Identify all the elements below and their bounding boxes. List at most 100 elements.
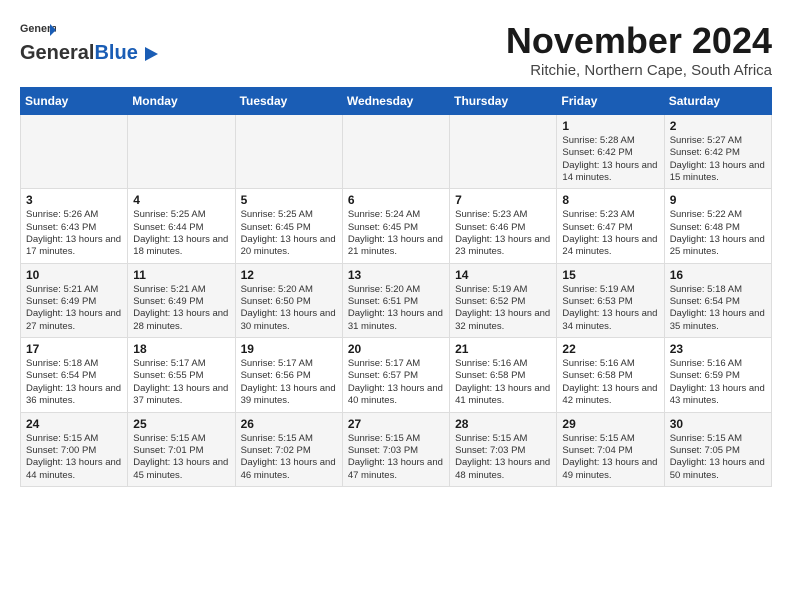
day-number: 17 [26,342,122,356]
calendar-cell: 18Sunrise: 5:17 AM Sunset: 6:55 PM Dayli… [128,338,235,412]
calendar-cell: 5 Sunrise: 5:25 AM Sunset: 6:45 PM Daylig… [235,189,342,263]
day-info: Sunrise: 5:16 AM Sunset: 6:58 PM Dayligh… [562,358,658,407]
day-info: Sunrise: 5:15 AM Sunset: 7:01 PM Dayligh… [133,433,229,482]
day-number: 3 [26,193,122,207]
calendar-cell: 28 Sunrise: 5:15 AM Sunset: 7:03 PM Dayli… [450,412,557,486]
weekday-header-row: SundayMondayTuesdayWednesdayThursdayFrid… [21,88,772,115]
day-info: Sunrise: 5:24 AM Sunset: 6:45 PM Dayligh… [348,209,444,258]
day-number: 8 [562,193,658,207]
day-number: 19 [241,342,337,356]
day-number: 24 [26,417,122,431]
day-number: 13 [348,268,444,282]
calendar-cell: 3Sunrise: 5:26 AM Sunset: 6:43 PM Daylig… [21,189,128,263]
weekday-header-sunday: Sunday [21,88,128,115]
day-number: 29 [562,417,658,431]
weekday-header-thursday: Thursday [450,88,557,115]
day-info: Sunrise: 5:16 AM Sunset: 6:58 PM Dayligh… [455,358,551,407]
calendar-cell: 30 Sunrise: 5:15 AM Sunset: 7:05 PM Dayli… [664,412,771,486]
title-area: November 2024 Ritchie, Northern Cape, So… [506,20,772,79]
day-info: Sunrise: 5:15 AM Sunset: 7:05 PM Dayligh… [670,433,766,482]
day-info: Sunrise: 5:25 AM Sunset: 6:45 PM Dayligh… [241,209,337,258]
day-info: Sunrise: 5:22 AM Sunset: 6:48 PM Dayligh… [670,209,766,258]
day-info: Sunrise: 5:16 AM Sunset: 6:59 PM Dayligh… [670,358,766,407]
day-info: Sunrise: 5:17 AM Sunset: 6:55 PM Dayligh… [133,358,229,407]
day-info: Sunrise: 5:19 AM Sunset: 6:53 PM Dayligh… [562,284,658,333]
month-title: November 2024 [506,20,772,62]
logo-general: General [20,42,94,65]
day-number: 30 [670,417,766,431]
day-number: 14 [455,268,551,282]
calendar-cell: 23 Sunrise: 5:16 AM Sunset: 6:59 PM Dayli… [664,338,771,412]
weekday-header-monday: Monday [128,88,235,115]
day-info: Sunrise: 5:17 AM Sunset: 6:57 PM Dayligh… [348,358,444,407]
day-info: Sunrise: 5:20 AM Sunset: 6:51 PM Dayligh… [348,284,444,333]
calendar-cell [450,115,557,189]
week-row-2: 3Sunrise: 5:26 AM Sunset: 6:43 PM Daylig… [21,189,772,263]
day-number: 27 [348,417,444,431]
day-info: Sunrise: 5:25 AM Sunset: 6:44 PM Dayligh… [133,209,229,258]
calendar-cell: 15 Sunrise: 5:19 AM Sunset: 6:53 PM Dayli… [557,263,664,337]
page-header: General General Blue November 2024 Ritch… [20,20,772,79]
calendar-cell: 19 Sunrise: 5:17 AM Sunset: 6:56 PM Dayli… [235,338,342,412]
calendar-cell: 8 Sunrise: 5:23 AM Sunset: 6:47 PM Daylig… [557,189,664,263]
day-info: Sunrise: 5:23 AM Sunset: 6:47 PM Dayligh… [562,209,658,258]
day-number: 9 [670,193,766,207]
day-number: 7 [455,193,551,207]
day-number: 23 [670,342,766,356]
day-info: Sunrise: 5:15 AM Sunset: 7:03 PM Dayligh… [455,433,551,482]
day-number: 2 [670,119,766,133]
day-info: Sunrise: 5:19 AM Sunset: 6:52 PM Dayligh… [455,284,551,333]
calendar-cell: 16Sunrise: 5:18 AM Sunset: 6:54 PM Dayli… [664,263,771,337]
day-number: 15 [562,268,658,282]
calendar-cell: 4 Sunrise: 5:25 AM Sunset: 6:44 PM Daylig… [128,189,235,263]
calendar-cell: 7 Sunrise: 5:23 AM Sunset: 6:46 PM Daylig… [450,189,557,263]
calendar-cell [235,115,342,189]
day-info: Sunrise: 5:23 AM Sunset: 6:46 PM Dayligh… [455,209,551,258]
day-number: 5 [241,193,337,207]
calendar-cell: 26 Sunrise: 5:15 AM Sunset: 7:02 PM Dayli… [235,412,342,486]
weekday-header-friday: Friday [557,88,664,115]
day-number: 1 [562,119,658,133]
calendar-cell: 29Sunrise: 5:15 AM Sunset: 7:04 PM Dayli… [557,412,664,486]
day-info: Sunrise: 5:21 AM Sunset: 6:49 PM Dayligh… [133,284,229,333]
day-info: Sunrise: 5:18 AM Sunset: 6:54 PM Dayligh… [26,358,122,407]
week-row-5: 24 Sunrise: 5:15 AM Sunset: 7:00 PM Dayli… [21,412,772,486]
weekday-header-saturday: Saturday [664,88,771,115]
calendar-cell [128,115,235,189]
day-number: 28 [455,417,551,431]
week-row-3: 10Sunrise: 5:21 AM Sunset: 6:49 PM Dayli… [21,263,772,337]
day-number: 25 [133,417,229,431]
day-info: Sunrise: 5:20 AM Sunset: 6:50 PM Dayligh… [241,284,337,333]
day-number: 26 [241,417,337,431]
day-info: Sunrise: 5:17 AM Sunset: 6:56 PM Dayligh… [241,358,337,407]
day-number: 12 [241,268,337,282]
calendar-cell: 14 Sunrise: 5:19 AM Sunset: 6:52 PM Dayli… [450,263,557,337]
calendar-cell: 10Sunrise: 5:21 AM Sunset: 6:49 PM Dayli… [21,263,128,337]
day-info: Sunrise: 5:27 AM Sunset: 6:42 PM Dayligh… [670,135,766,184]
day-number: 11 [133,268,229,282]
calendar-cell [342,115,449,189]
day-number: 21 [455,342,551,356]
day-info: Sunrise: 5:15 AM Sunset: 7:03 PM Dayligh… [348,433,444,482]
calendar-cell: 22 Sunrise: 5:16 AM Sunset: 6:58 PM Dayli… [557,338,664,412]
subtitle: Ritchie, Northern Cape, South Africa [506,62,772,79]
calendar-cell: 21 Sunrise: 5:16 AM Sunset: 6:58 PM Dayli… [450,338,557,412]
day-info: Sunrise: 5:15 AM Sunset: 7:02 PM Dayligh… [241,433,337,482]
calendar-cell [21,115,128,189]
logo: General General Blue [20,20,160,65]
weekday-header-tuesday: Tuesday [235,88,342,115]
day-number: 6 [348,193,444,207]
day-info: Sunrise: 5:28 AM Sunset: 6:42 PM Dayligh… [562,135,658,184]
logo-blue: Blue [94,42,137,65]
day-info: Sunrise: 5:18 AM Sunset: 6:54 PM Dayligh… [670,284,766,333]
calendar-cell: 27 Sunrise: 5:15 AM Sunset: 7:03 PM Dayli… [342,412,449,486]
day-info: Sunrise: 5:15 AM Sunset: 7:00 PM Dayligh… [26,433,122,482]
calendar-cell: 13 Sunrise: 5:20 AM Sunset: 6:51 PM Dayli… [342,263,449,337]
day-number: 20 [348,342,444,356]
week-row-1: 1 Sunrise: 5:28 AM Sunset: 6:42 PM Daylig… [21,115,772,189]
calendar-cell: 6 Sunrise: 5:24 AM Sunset: 6:45 PM Daylig… [342,189,449,263]
day-number: 22 [562,342,658,356]
calendar-cell: 2 Sunrise: 5:27 AM Sunset: 6:42 PM Daylig… [664,115,771,189]
calendar-cell: 1 Sunrise: 5:28 AM Sunset: 6:42 PM Daylig… [557,115,664,189]
day-number: 4 [133,193,229,207]
